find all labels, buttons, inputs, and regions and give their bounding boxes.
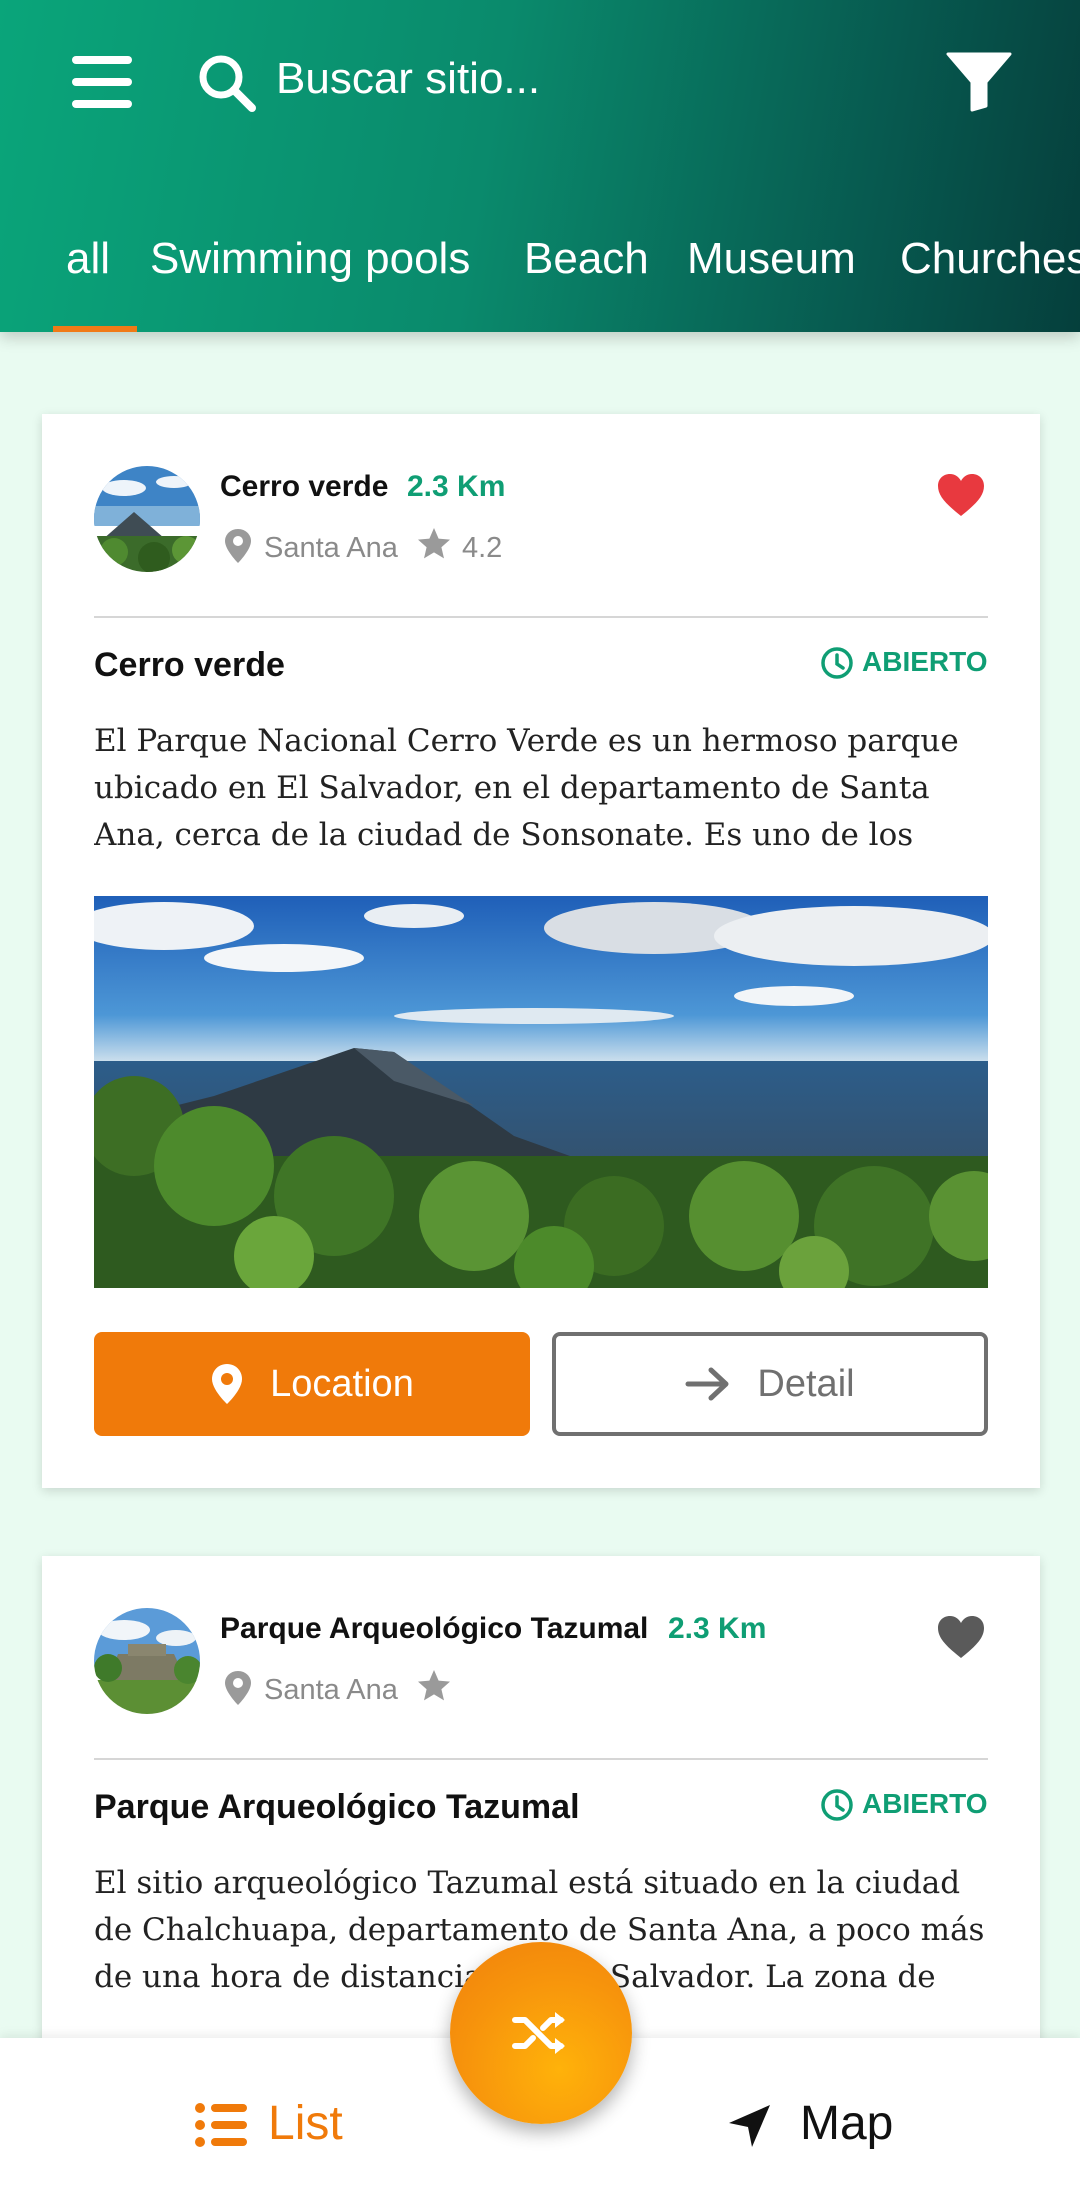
app-header: all Swimming pools Beach Museum Churches <box>0 0 1080 332</box>
tab-churches[interactable]: Churches <box>900 234 1080 284</box>
filter-icon[interactable] <box>946 52 1012 112</box>
active-tab-indicator <box>53 326 137 332</box>
tab-museum[interactable]: Museum <box>687 234 856 284</box>
location-button[interactable]: Location <box>94 1332 530 1436</box>
location-pin-icon <box>212 1364 243 1404</box>
shuffle-button[interactable] <box>450 1942 632 2124</box>
city-label: Santa Ana <box>264 532 398 564</box>
clock-icon <box>821 1789 853 1821</box>
search-icon <box>199 55 256 112</box>
place-card[interactable]: Cerro verde 2.3 Km Santa Ana 4.2 Cerro v… <box>42 414 1040 1488</box>
location-pin-icon <box>225 529 251 563</box>
shuffle-icon <box>512 2012 565 2054</box>
list-icon <box>195 2103 247 2147</box>
avatar <box>94 1608 200 1714</box>
nav-list-label: List <box>268 2097 343 2150</box>
divider <box>94 616 988 618</box>
rating-value: 4.2 <box>462 532 503 564</box>
detail-button-label: Detail <box>757 1362 855 1405</box>
divider <box>94 1758 988 1760</box>
place-name: Cerro verde <box>220 470 389 503</box>
place-photo <box>94 896 988 1288</box>
navigation-arrow-icon <box>729 2105 770 2147</box>
heart-icon[interactable] <box>936 472 986 518</box>
status-label: ABIERTO <box>862 1788 988 1819</box>
heart-icon[interactable] <box>936 1614 986 1660</box>
avatar <box>94 466 200 572</box>
nav-map-label: Map <box>800 2097 894 2150</box>
location-button-label: Location <box>270 1362 414 1405</box>
star-icon <box>418 528 450 559</box>
menu-icon[interactable] <box>72 56 132 108</box>
location-pin-icon <box>225 1671 251 1705</box>
arrow-right-icon <box>685 1367 729 1401</box>
place-description: El Parque Nacional Cerro Verde es un her… <box>94 723 959 866</box>
tab-swimming-pools[interactable]: Swimming pools <box>150 234 470 284</box>
place-title: Cerro verde <box>94 646 285 684</box>
place-title: Parque Arqueológico Tazumal <box>94 1788 580 1826</box>
search-input[interactable] <box>276 46 836 112</box>
status-label: ABIERTO <box>862 646 988 677</box>
tab-beach[interactable]: Beach <box>524 234 649 284</box>
place-name: Parque Arqueológico Tazumal <box>220 1612 649 1645</box>
category-tabs: all Swimming pools Beach Museum Churches <box>0 226 1080 332</box>
distance-label: 2.3 Km <box>668 1612 767 1645</box>
detail-button[interactable]: Detail <box>552 1332 988 1436</box>
star-icon <box>418 1670 450 1701</box>
distance-label: 2.3 Km <box>407 470 506 503</box>
clock-icon <box>821 647 853 679</box>
tab-all[interactable]: all <box>66 234 110 284</box>
city-label: Santa Ana <box>264 1674 398 1706</box>
